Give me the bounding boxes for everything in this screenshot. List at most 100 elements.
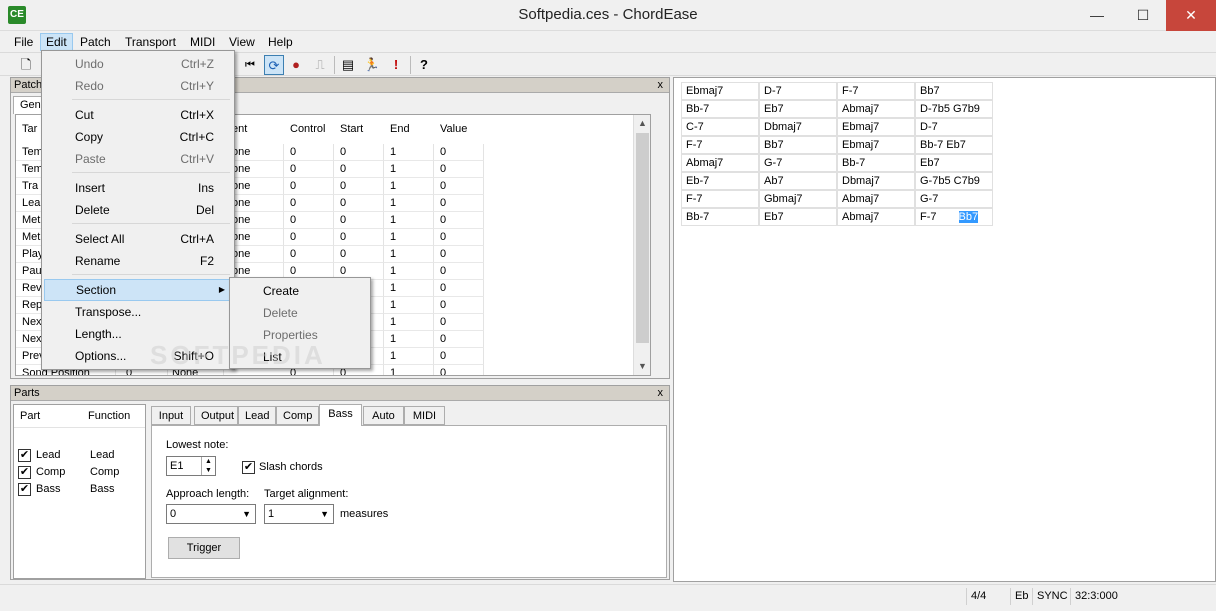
chord-cell[interactable]: Gbmaj7 [759,190,837,208]
part-row[interactable]: ✔ Lead Lead [14,447,145,464]
col-start[interactable]: Start [334,121,384,138]
record-icon[interactable]: ● [286,55,306,75]
chord-cell[interactable]: Ebmaj7 [837,136,915,154]
parts-panel-close-icon[interactable]: x [658,386,664,401]
col-control[interactable]: Control [284,121,334,138]
rewind-icon[interactable]: ⏮ [240,55,260,75]
chord-cell[interactable]: G-7b5 C7b9 [915,172,993,190]
chord-cell[interactable]: Abmaj7 [837,100,915,118]
run-icon[interactable]: 🏃 [362,55,382,75]
chord-cell[interactable]: F-7 Bb7 [915,208,993,226]
part-checkbox[interactable]: ✔ [18,466,31,479]
menu-item-insert[interactable]: Insert Ins [44,177,232,199]
new-icon[interactable]: 🗋 [16,55,36,75]
chord-cell[interactable]: G-7 [759,154,837,172]
table-cell: 0 [334,195,384,212]
spin-arrows-icon[interactable]: ▲ ▼ [201,457,215,475]
chord-cell[interactable]: Bb-7 [681,100,759,118]
alert-icon[interactable]: ! [386,55,406,75]
minimize-button[interactable]: — [1074,0,1120,31]
chord-cell[interactable]: Eb7 [915,154,993,172]
menu-item-cut[interactable]: Cut Ctrl+X [44,104,232,126]
menu-item-copy[interactable]: Copy Ctrl+C [44,126,232,148]
chord-cell[interactable]: Eb-7 [681,172,759,190]
chord-cell[interactable]: G-7 [915,190,993,208]
chord-cell[interactable]: Ab7 [759,172,837,190]
table-cell: 0 [434,229,484,246]
help-icon[interactable]: ? [414,55,434,75]
chord-cell[interactable]: F-7 [681,190,759,208]
chord-cell[interactable]: C-7 [681,118,759,136]
maximize-button[interactable]: ☐ [1120,0,1166,31]
tab-input[interactable]: Input [151,406,191,425]
chord-cell[interactable]: Bb-7 Eb7 [915,136,993,154]
chord-cell[interactable]: F-7 [837,82,915,100]
chord-cell[interactable]: Abmaj7 [681,154,759,172]
part-row[interactable]: ✔ Comp Comp [14,464,145,481]
target-alignment-select[interactable]: 1 ▼ [264,504,334,524]
chord-cell[interactable]: Eb7 [759,100,837,118]
menu-file[interactable]: File [9,33,38,51]
scroll-thumb[interactable] [636,133,649,343]
patch-scrollbar[interactable]: ▲ ▼ [633,115,650,375]
table-cell: 1 [384,144,434,161]
col-value[interactable]: Value [434,121,484,138]
menu-item-delete[interactable]: Delete Del [44,199,232,221]
tab-lead[interactable]: Lead [238,406,276,425]
menu-view[interactable]: View [224,33,260,51]
tab-midi[interactable]: MIDI [404,406,445,425]
tab-bass[interactable]: Bass [319,404,362,426]
book-icon[interactable]: ▤ [338,55,358,75]
close-button[interactable]: ✕ [1166,0,1216,31]
chord-cell[interactable]: Eb7 [759,208,837,226]
slash-chords-checkbox[interactable]: ✔ [242,461,255,474]
part-checkbox[interactable]: ✔ [18,483,31,496]
chord-cell[interactable]: D-7b5 G7b9 [915,100,993,118]
chord-cell[interactable]: Dbmaj7 [837,172,915,190]
tab-comp[interactable]: Comp [276,406,319,425]
col-function[interactable]: Function [88,408,130,425]
trigger-button[interactable]: Trigger [168,537,240,559]
tab-auto[interactable]: Auto [363,406,404,425]
lowest-note-field[interactable]: E1 ▲ ▼ [166,456,216,476]
chord-cell[interactable]: Bb-7 [681,208,759,226]
menu-item-transpose[interactable]: Transpose... [44,301,232,323]
chord-cell[interactable]: Ebmaj7 [681,82,759,100]
menu-patch[interactable]: Patch [75,33,116,51]
tab-output[interactable]: Output [194,406,238,425]
menu-transport[interactable]: Transport [120,33,181,51]
menu-edit[interactable]: Edit [40,33,73,51]
part-checkbox[interactable]: ✔ [18,449,31,462]
menu-item-rename[interactable]: Rename F2 [44,250,232,272]
chord-cell[interactable]: Abmaj7 [837,190,915,208]
chord-cell[interactable]: F-7 [681,136,759,154]
chord-cell[interactable]: Bb7 [915,82,993,100]
menu-midi[interactable]: MIDI [185,33,220,51]
menu-item-select-all[interactable]: Select All Ctrl+A [44,228,232,250]
chord-cell[interactable]: D-7 [915,118,993,136]
approach-length-select[interactable]: 0 ▼ [166,504,256,524]
punch-icon[interactable]: ⎍ [310,55,330,75]
menu-item-label: Transpose... [75,305,142,319]
patch-panel-close-icon[interactable]: x [658,78,664,93]
loop-icon[interactable]: ⟳ [264,55,284,75]
selected-chord[interactable]: Bb7 [958,211,979,223]
col-part[interactable]: Part [20,408,40,425]
menu-help[interactable]: Help [263,33,298,51]
scroll-up-icon[interactable]: ▲ [634,115,650,132]
slash-chords-label: Slash chords [259,461,323,473]
part-row[interactable]: ✔ Bass Bass [14,481,145,498]
table-cell: 0 [284,144,334,161]
chord-cell[interactable]: D-7 [759,82,837,100]
submenu-item-create[interactable]: Create [232,280,368,302]
table-cell: 1 [384,161,434,178]
chord-cell[interactable]: Bb-7 [837,154,915,172]
menu-item-section[interactable]: Section ▶ [44,279,232,301]
chord-cell[interactable]: Ebmaj7 [837,118,915,136]
col-end[interactable]: End [384,121,434,138]
watermark: SOFTPEDIA [150,340,326,370]
chord-cell[interactable]: Bb7 [759,136,837,154]
scroll-down-icon[interactable]: ▼ [634,358,650,375]
chord-cell[interactable]: Abmaj7 [837,208,915,226]
chord-cell[interactable]: Dbmaj7 [759,118,837,136]
